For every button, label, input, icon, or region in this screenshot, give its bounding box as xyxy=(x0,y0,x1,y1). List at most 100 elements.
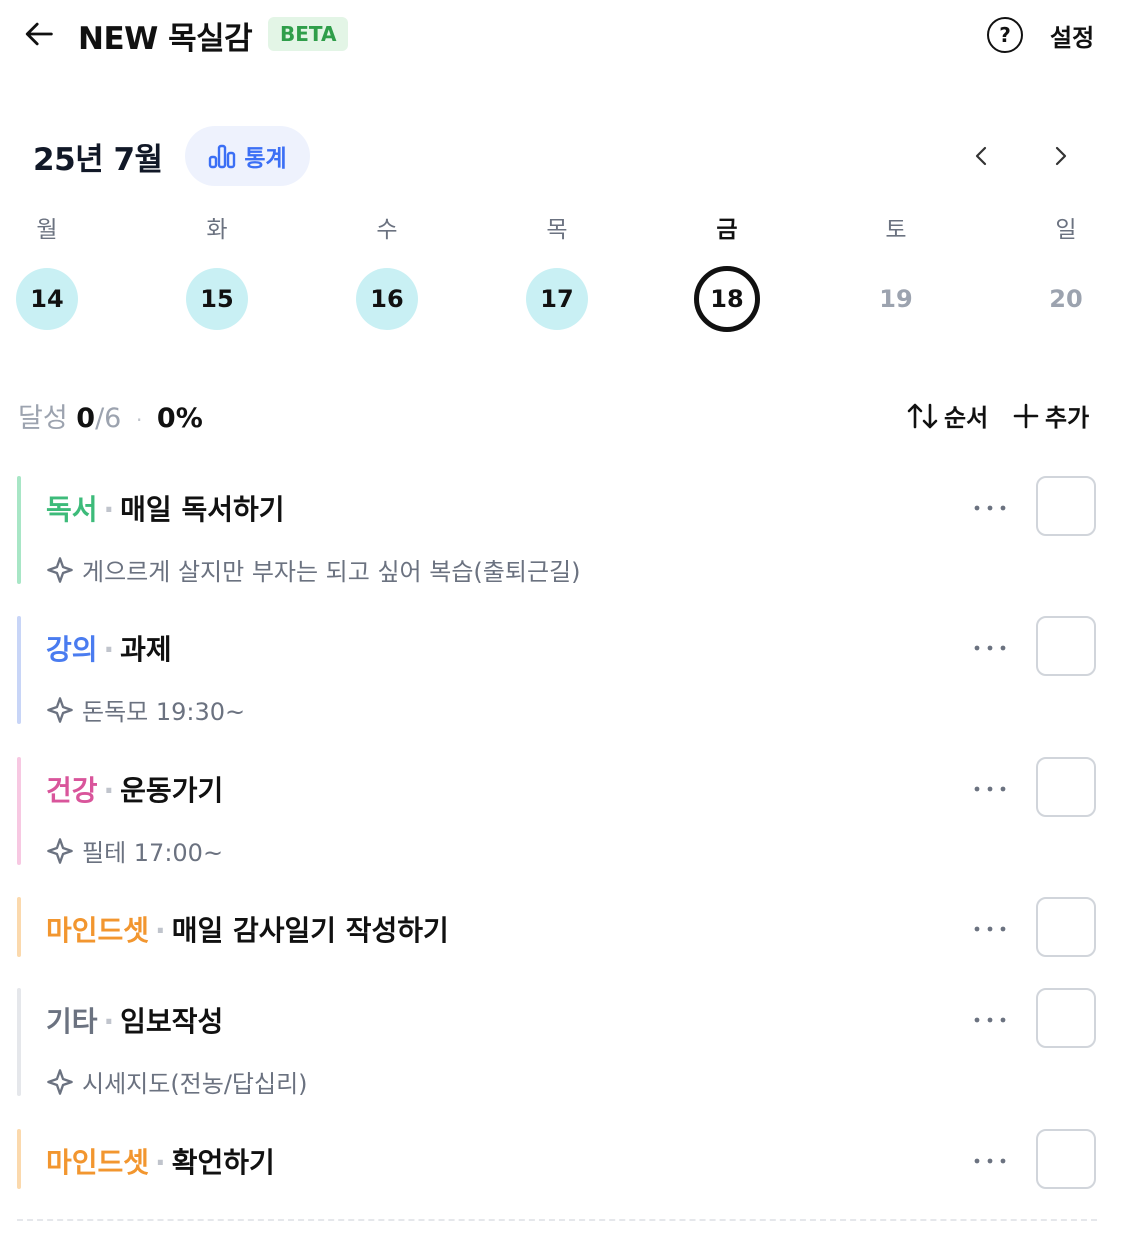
more-horizontal-icon xyxy=(974,786,1006,792)
habit-separator: · xyxy=(103,1005,115,1038)
habit-checkbox[interactable] xyxy=(1036,988,1096,1048)
prev-week-button[interactable] xyxy=(962,136,1002,176)
more-options-button[interactable] xyxy=(965,488,1015,528)
habit-separator: · xyxy=(103,493,115,526)
more-options-button[interactable] xyxy=(965,628,1015,668)
order-button[interactable]: 순서 xyxy=(906,398,988,433)
weekday-label: 금 xyxy=(716,217,738,243)
help-button[interactable]: ? xyxy=(985,15,1025,55)
month-label: 25년 7월 xyxy=(33,142,163,178)
bar-chart-icon xyxy=(209,144,236,169)
achievement-summary: 달성 0/6 · 0% xyxy=(18,396,203,435)
day-number[interactable]: 20 xyxy=(1035,268,1097,330)
weekday-label: 화 xyxy=(206,217,228,243)
day-column: 월 14 xyxy=(7,210,87,330)
day-column: 목 17 xyxy=(517,210,597,330)
add-label: 추가 xyxy=(1045,404,1090,432)
habit-name: 매일 독서하기 xyxy=(120,493,285,526)
habit-name: 과제 xyxy=(120,633,172,666)
weekday-label: 수 xyxy=(376,217,398,243)
more-options-button[interactable] xyxy=(965,769,1015,809)
habit-note-text: 돈독모 19:30~ xyxy=(82,698,246,726)
habit-title: 강의 · 과제 xyxy=(46,628,172,668)
habit-note-text: 시세지도(전농/답십리) xyxy=(82,1070,308,1098)
weekday-label: 일 xyxy=(1055,217,1077,243)
habit-item: 독서 · 매일 독서하기 게으르게 살지만 부자는 되고 싶어 복습(출퇴근길) xyxy=(17,476,1097,587)
next-week-button[interactable] xyxy=(1040,136,1080,176)
habit-category-bar xyxy=(17,757,21,865)
sparkle-icon xyxy=(47,837,73,864)
day-number[interactable]: 19 xyxy=(865,268,927,330)
more-horizontal-icon xyxy=(974,1158,1006,1164)
habit-name: 확언하기 xyxy=(171,1146,275,1179)
summary-total-count: /6 xyxy=(95,403,122,434)
back-button[interactable] xyxy=(22,16,58,52)
habit-separator: · xyxy=(155,914,166,947)
habit-checkbox[interactable] xyxy=(1036,476,1096,536)
habit-separator: · xyxy=(155,1146,166,1179)
chevron-right-icon xyxy=(1055,146,1067,166)
more-options-button[interactable] xyxy=(965,1141,1015,1181)
habit-checkbox[interactable] xyxy=(1036,1129,1096,1189)
settings-button[interactable]: 설정 xyxy=(1050,18,1094,53)
weekday-label: 목 xyxy=(546,217,568,243)
list-divider xyxy=(17,1219,1097,1221)
habit-separator: · xyxy=(103,633,115,666)
habit-title: 마인드셋 · 매일 감사일기 작성하기 xyxy=(46,909,449,949)
habit-title: 독서 · 매일 독서하기 xyxy=(46,488,284,528)
habit-category: 마인드셋 xyxy=(46,1146,150,1179)
weekday-label: 월 xyxy=(36,217,58,243)
habit-note: 시세지도(전농/답십리) xyxy=(46,1064,308,1099)
more-options-button[interactable] xyxy=(965,1000,1015,1040)
habit-item: 건강 · 운동가기 필테 17:00~ xyxy=(17,757,1097,868)
day-number-today[interactable]: 18 xyxy=(694,266,760,332)
summary-label: 달성 xyxy=(18,403,68,434)
more-horizontal-icon xyxy=(974,645,1006,651)
habit-note-text: 필테 17:00~ xyxy=(82,839,224,867)
habit-checkbox[interactable] xyxy=(1036,616,1096,676)
habit-note: 필테 17:00~ xyxy=(46,833,223,868)
day-number[interactable]: 17 xyxy=(526,268,588,330)
day-number[interactable]: 16 xyxy=(356,268,418,330)
day-number[interactable]: 15 xyxy=(186,268,248,330)
app-header: NEW 목실감 BETA ? 설정 xyxy=(0,0,1126,72)
day-column: 수 16 xyxy=(347,210,427,330)
habit-title: 마인드셋 · 확언하기 xyxy=(46,1141,275,1181)
habit-title: 건강 · 운동가기 xyxy=(46,769,223,809)
habit-checkbox[interactable] xyxy=(1036,757,1096,817)
week-strip: 월 14 화 15 수 16 목 17 금 18 토 19 일 20 xyxy=(0,210,1126,350)
weekday-label: 토 xyxy=(885,217,907,243)
habit-category-bar xyxy=(17,988,21,1096)
habit-item: 기타 · 임보작성 시세지도(전농/답십리) xyxy=(17,988,1097,1099)
habit-note: 게으르게 살지만 부자는 되고 싶어 복습(출퇴근길) xyxy=(46,552,580,587)
habit-item: 마인드셋 · 확언하기 xyxy=(17,1129,1097,1189)
habit-category-bar xyxy=(17,476,21,584)
sort-arrows-icon xyxy=(907,403,938,428)
more-horizontal-icon xyxy=(974,505,1006,511)
beta-badge: BETA xyxy=(268,17,349,51)
day-column: 화 15 xyxy=(177,210,257,330)
habit-category: 건강 xyxy=(46,774,98,807)
habit-category: 강의 xyxy=(46,633,98,666)
habit-category: 독서 xyxy=(46,493,98,526)
habit-item: 강의 · 과제 돈독모 19:30~ xyxy=(17,616,1097,727)
arrow-left-icon xyxy=(25,22,53,46)
summary-done-count: 0 xyxy=(76,403,96,434)
page-title: NEW 목실감 xyxy=(78,21,253,57)
habit-checkbox[interactable] xyxy=(1036,897,1096,957)
svg-text:?: ? xyxy=(999,23,1011,47)
plus-icon xyxy=(1013,403,1039,428)
habit-note: 돈독모 19:30~ xyxy=(46,692,245,727)
stats-button[interactable]: 통계 xyxy=(185,126,310,186)
more-options-button[interactable] xyxy=(965,909,1015,949)
day-number[interactable]: 14 xyxy=(16,268,78,330)
add-button[interactable]: 추가 xyxy=(1013,398,1089,433)
habit-note-text: 게으르게 살지만 부자는 되고 싶어 복습(출퇴근길) xyxy=(82,558,581,586)
habit-name: 매일 감사일기 작성하기 xyxy=(171,914,449,947)
day-column: 금 18 xyxy=(687,210,767,332)
summary-percent: 0% xyxy=(156,403,203,434)
more-horizontal-icon xyxy=(974,1017,1006,1023)
day-column: 토 19 xyxy=(856,210,936,330)
habit-separator: · xyxy=(103,774,115,807)
habit-category: 마인드셋 xyxy=(46,914,150,947)
